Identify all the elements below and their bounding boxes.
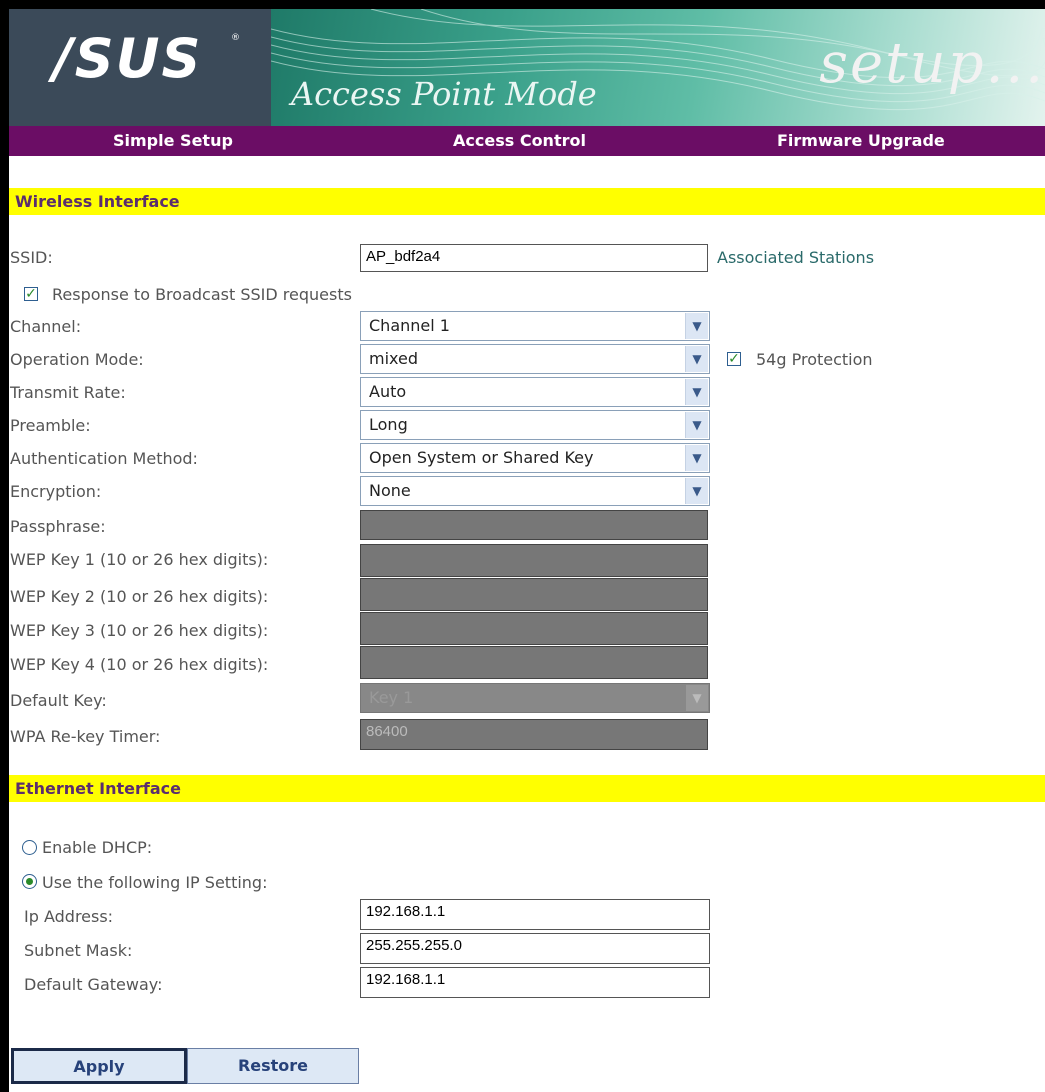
registered-mark: ® xyxy=(231,33,240,43)
page-header: /SUS ® Access Point Mode setup... xyxy=(9,9,1045,126)
wep-key-1-input xyxy=(360,544,708,577)
wep-key-2-input xyxy=(360,578,708,611)
restore-button[interactable]: Restore xyxy=(187,1048,359,1084)
nav-simple-setup[interactable]: Simple Setup xyxy=(113,131,233,150)
default-key-select: Key 1 ▼ xyxy=(360,683,710,713)
chevron-down-icon: ▼ xyxy=(685,346,708,372)
chevron-down-icon: ▼ xyxy=(685,313,708,339)
ssid-input[interactable]: AP_bdf2a4 xyxy=(360,244,708,272)
chevron-down-icon: ▼ xyxy=(685,685,708,711)
operation-mode-label: Operation Mode: xyxy=(10,350,144,369)
preamble-value: Long xyxy=(369,415,408,434)
ip-address-input[interactable]: 192.168.1.1 xyxy=(360,899,710,930)
wep-key-1-label: WEP Key 1 (10 or 26 hex digits): xyxy=(10,550,269,569)
subnet-mask-label: Subnet Mask: xyxy=(24,941,133,960)
static-ip-label: Use the following IP Setting: xyxy=(42,873,268,892)
operation-mode-value: mixed xyxy=(369,349,419,368)
nav-access-control[interactable]: Access Control xyxy=(453,131,586,150)
encryption-label: Encryption: xyxy=(10,482,102,501)
chevron-down-icon: ▼ xyxy=(685,412,708,438)
default-gateway-label: Default Gateway: xyxy=(24,975,163,994)
window-frame-left xyxy=(0,0,9,1092)
setup-text: setup... xyxy=(819,31,1045,96)
protection-54g-label: 54g Protection xyxy=(756,350,873,369)
encryption-value: None xyxy=(369,481,411,500)
dhcp-label: Enable DHCP: xyxy=(42,838,153,857)
encryption-select[interactable]: None ▼ xyxy=(360,476,710,506)
passphrase-input xyxy=(360,510,708,540)
wep-key-3-input xyxy=(360,612,708,645)
auth-method-select[interactable]: Open System or Shared Key ▼ xyxy=(360,443,710,473)
chevron-down-icon: ▼ xyxy=(685,445,708,471)
wep-key-4-label: WEP Key 4 (10 or 26 hex digits): xyxy=(10,655,269,674)
window-frame-top xyxy=(0,0,1045,9)
chevron-down-icon: ▼ xyxy=(685,379,708,405)
rekey-timer-input: 86400 xyxy=(360,719,708,750)
channel-select[interactable]: Channel 1 ▼ xyxy=(360,311,710,341)
default-key-label: Default Key: xyxy=(10,691,107,710)
top-nav: Simple Setup Access Control Firmware Upg… xyxy=(9,126,1045,156)
operation-mode-select[interactable]: mixed ▼ xyxy=(360,344,710,374)
asus-logo: /SUS ® xyxy=(9,9,271,126)
broadcast-ssid-checkbox[interactable]: ✓ xyxy=(24,287,38,301)
wireless-section-header: Wireless Interface xyxy=(9,188,1045,215)
transmit-rate-label: Transmit Rate: xyxy=(10,383,126,402)
mode-title: Access Point Mode xyxy=(291,75,597,113)
transmit-rate-select[interactable]: Auto ▼ xyxy=(360,377,710,407)
subnet-mask-input[interactable]: 255.255.255.0 xyxy=(360,933,710,964)
preamble-label: Preamble: xyxy=(10,416,91,435)
apply-button[interactable]: Apply xyxy=(11,1048,187,1084)
broadcast-ssid-label: Response to Broadcast SSID requests xyxy=(52,285,352,304)
static-ip-radio[interactable] xyxy=(22,874,37,889)
rekey-timer-label: WPA Re-key Timer: xyxy=(10,727,161,746)
wep-key-4-input xyxy=(360,646,708,679)
associated-stations-link[interactable]: Associated Stations xyxy=(717,248,874,267)
transmit-rate-value: Auto xyxy=(369,382,407,401)
channel-select-value: Channel 1 xyxy=(369,316,450,335)
ethernet-section-header: Ethernet Interface xyxy=(9,775,1045,802)
channel-label: Channel: xyxy=(10,317,82,336)
chevron-down-icon: ▼ xyxy=(685,478,708,504)
ip-address-label: Ip Address: xyxy=(24,907,114,926)
protection-54g-checkbox[interactable]: ✓ xyxy=(727,352,741,366)
default-gateway-input[interactable]: 192.168.1.1 xyxy=(360,967,710,998)
asus-logo-text: /SUS xyxy=(53,27,203,90)
nav-firmware-upgrade[interactable]: Firmware Upgrade xyxy=(777,131,945,150)
passphrase-label: Passphrase: xyxy=(10,517,106,536)
wep-key-3-label: WEP Key 3 (10 or 26 hex digits): xyxy=(10,621,269,640)
wep-key-2-label: WEP Key 2 (10 or 26 hex digits): xyxy=(10,587,269,606)
radio-selected-dot xyxy=(26,878,33,885)
ssid-label: SSID: xyxy=(10,248,53,267)
auth-method-value: Open System or Shared Key xyxy=(369,448,594,467)
preamble-select[interactable]: Long ▼ xyxy=(360,410,710,440)
default-key-value: Key 1 xyxy=(369,688,414,707)
auth-method-label: Authentication Method: xyxy=(10,449,198,468)
header-banner: Access Point Mode setup... xyxy=(271,9,1045,126)
dhcp-radio[interactable] xyxy=(22,840,37,855)
